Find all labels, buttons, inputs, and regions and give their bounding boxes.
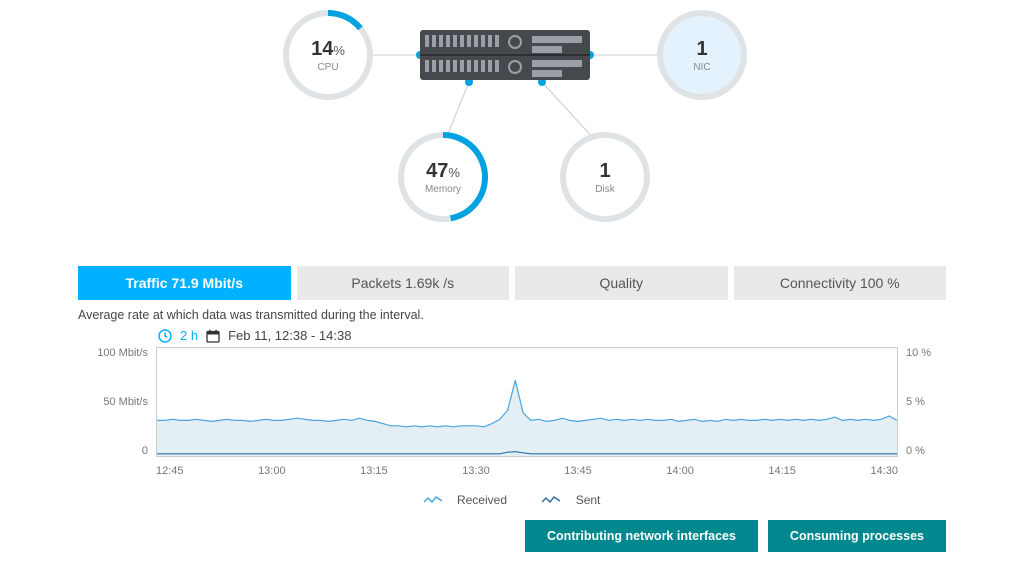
calendar-icon (206, 329, 220, 343)
contributing-interfaces-button[interactable]: Contributing network interfaces (525, 520, 758, 552)
x-tick: 14:00 (666, 465, 694, 477)
legend-swatch-sent (542, 494, 560, 508)
y-left-tick: 50 Mbit/s (103, 396, 148, 408)
topology-panel: 14% CPU 47% Memory 1 Disk 1 (0, 0, 1024, 240)
time-picker[interactable]: 2 h Feb 11, 12:38 - 14:38 (158, 328, 946, 343)
disk-label: Disk (595, 184, 614, 195)
x-axis: 12:45 13:00 13:15 13:30 13:45 14:00 14:15 14:30 (156, 465, 898, 477)
metric-tabs: Traffic 71.9 Mbit/s Packets 1.69k /s Qua… (0, 266, 1024, 300)
tab-packets[interactable]: Packets 1.69k /s (297, 266, 510, 300)
disk-gauge[interactable]: 1 Disk (560, 132, 650, 222)
x-tick: 13:15 (360, 465, 388, 477)
x-tick: 13:45 (564, 465, 592, 477)
action-buttons: Contributing network interfaces Consumin… (0, 508, 1024, 552)
chart-plot[interactable] (156, 347, 898, 457)
chart-description: Average rate at which data was transmitt… (78, 308, 946, 322)
memory-label: Memory (425, 184, 461, 195)
chart-area: 100 Mbit/s 50 Mbit/s 0 10 % 5 % 0 % 12:4… (78, 347, 946, 487)
y-axis-right: 10 % 5 % 0 % (906, 347, 946, 457)
x-tick: 14:30 (870, 465, 898, 477)
y-right-tick: 0 % (906, 445, 925, 457)
legend-swatch-received (424, 494, 442, 508)
server-icon (420, 30, 590, 80)
time-window: Feb 11, 12:38 - 14:38 (228, 328, 351, 343)
cpu-label: CPU (317, 62, 338, 73)
consuming-processes-button[interactable]: Consuming processes (768, 520, 946, 552)
x-tick: 14:15 (768, 465, 796, 477)
cpu-unit: % (333, 43, 345, 58)
y-right-tick: 5 % (906, 396, 925, 408)
y-left-tick: 0 (142, 445, 148, 457)
legend-received: Received (457, 493, 507, 507)
chart-legend: Received Sent (78, 493, 946, 508)
time-range: 2 h (180, 328, 198, 343)
chart-section: Average rate at which data was transmitt… (0, 300, 1024, 508)
nic-label: NIC (693, 62, 710, 73)
memory-value: 47 (426, 160, 448, 182)
y-axis-left: 100 Mbit/s 50 Mbit/s 0 (78, 347, 148, 457)
nic-gauge[interactable]: 1 NIC (657, 10, 747, 100)
tab-connectivity[interactable]: Connectivity 100 % (734, 266, 947, 300)
x-tick: 12:45 (156, 465, 184, 477)
disk-value: 1 (599, 160, 610, 182)
y-left-tick: 100 Mbit/s (97, 347, 148, 359)
memory-unit: % (448, 165, 460, 180)
memory-gauge[interactable]: 47% Memory (398, 132, 488, 222)
clock-icon (158, 329, 172, 343)
x-tick: 13:00 (258, 465, 286, 477)
y-right-tick: 10 % (906, 347, 931, 359)
legend-sent: Sent (576, 493, 601, 507)
cpu-gauge[interactable]: 14% CPU (283, 10, 373, 100)
tab-traffic[interactable]: Traffic 71.9 Mbit/s (78, 266, 291, 300)
tab-quality[interactable]: Quality (515, 266, 728, 300)
x-tick: 13:30 (462, 465, 490, 477)
cpu-value: 14 (311, 38, 333, 60)
nic-value: 1 (696, 38, 707, 60)
